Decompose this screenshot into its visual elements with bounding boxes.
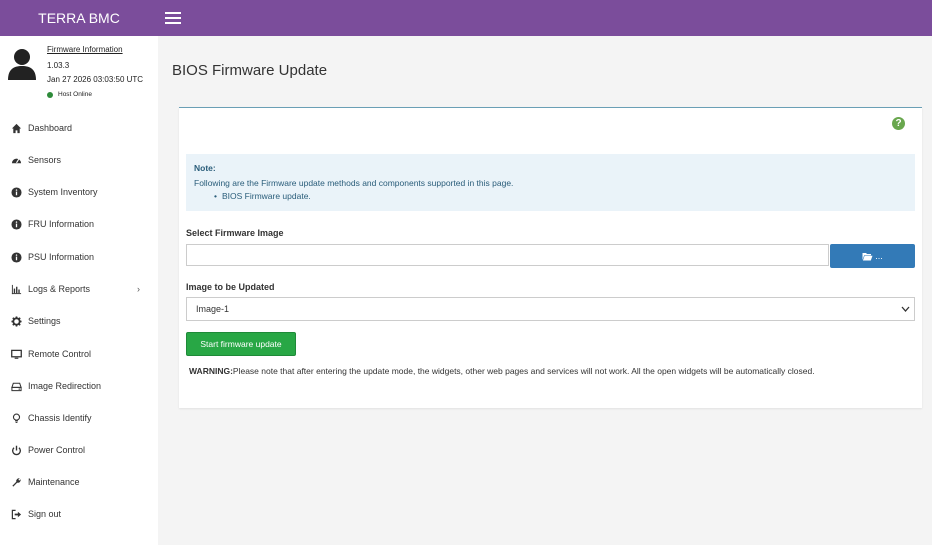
monitor-icon (11, 349, 22, 359)
sidebar-item-label: FRU Information (28, 219, 95, 229)
sidebar: Firmware Information 1.03.3 Jan 27 2026 … (0, 36, 158, 545)
sidebar-item-sign-out[interactable]: Sign out (0, 502, 158, 526)
firmware-file-input[interactable] (186, 244, 829, 266)
lightbulb-icon (12, 413, 21, 423)
help-icon[interactable]: ? (892, 117, 905, 130)
sidebar-item-label: Image Redirection (28, 381, 102, 391)
power-icon (11, 445, 22, 455)
sidebar-item-label: Logs & Reports (28, 284, 91, 294)
browse-button[interactable]: ... (830, 244, 915, 268)
warning-text: Please note that after entering the upda… (232, 366, 815, 376)
sidebar-item-system-inventory[interactable]: System Inventory (0, 180, 158, 204)
sidebar-item-image-redirection[interactable]: Image Redirection (0, 374, 158, 398)
page-title: BIOS Firmware Update (172, 62, 328, 79)
sidebar-item-label: Maintenance (28, 477, 80, 487)
sidebar-item-sensors[interactable]: Sensors (0, 148, 158, 172)
sidebar-item-label: Power Control (28, 445, 86, 455)
sidebar-item-dashboard[interactable]: Dashboard (0, 116, 158, 140)
bmc-datetime: Jan 27 2026 03:03:50 UTC (47, 75, 144, 84)
start-firmware-update-button[interactable]: Start firmware update (186, 332, 296, 356)
sidebar-item-label: Sensors (28, 155, 62, 165)
info-circle-icon (11, 251, 22, 263)
note-text: Following are the Firmware update method… (194, 178, 514, 188)
note-title: Note: (194, 163, 216, 173)
sidebar-item-label: Settings (28, 316, 61, 326)
sidebar-item-chassis-identify[interactable]: Chassis Identify (0, 406, 158, 430)
host-status-label: Host Online (58, 91, 92, 98)
chevron-down-icon (901, 306, 910, 312)
chevron-right-icon: › (137, 284, 140, 294)
folder-open-icon (862, 252, 873, 260)
warning-label: WARNING: (189, 366, 233, 376)
hamburger-menu-icon[interactable] (165, 12, 181, 24)
sidebar-item-label: Chassis Identify (28, 413, 92, 423)
sidebar-item-settings[interactable]: Settings (0, 309, 158, 333)
bar-chart-icon (11, 284, 22, 294)
sidebar-item-psu-information[interactable]: PSU Information (0, 245, 158, 269)
brand-title[interactable]: TERRA BMC (0, 0, 158, 36)
info-circle-icon (11, 218, 22, 230)
sidebar-item-power-control[interactable]: Power Control (0, 438, 158, 462)
firmware-information-link[interactable]: Firmware Information (47, 45, 123, 54)
gear-icon (11, 315, 22, 327)
firmware-version: 1.03.3 (47, 61, 70, 70)
sidebar-item-label: PSU Information (28, 252, 95, 262)
sidebar-item-label: Dashboard (28, 123, 73, 133)
sidebar-item-label: System Inventory (28, 187, 98, 197)
note-bullet-item: BIOS Firmware update. (214, 191, 311, 201)
image-to-be-updated-label: Image to be Updated (186, 282, 275, 292)
image-select-value: Image-1 (196, 304, 230, 314)
sidebar-item-maintenance[interactable]: Maintenance (0, 470, 158, 494)
user-avatar-icon (8, 49, 36, 80)
sidebar-item-fru-information[interactable]: FRU Information (0, 212, 158, 236)
sidebar-item-label: Remote Control (28, 349, 92, 359)
sidebar-item-logs-reports[interactable]: Logs & Reports › (0, 277, 158, 301)
note-box: Note: Following are the Firmware update … (186, 154, 915, 211)
sidebar-item-label: Sign out (28, 509, 62, 519)
host-status-dot-icon (47, 91, 53, 98)
top-navbar: TERRA BMC (0, 0, 932, 36)
wrench-icon (12, 477, 21, 487)
sidebar-item-remote-control[interactable]: Remote Control (0, 342, 158, 366)
dashboard-gauge-icon (11, 158, 22, 163)
warning-message: WARNING:Please note that after entering … (189, 366, 815, 376)
image-select[interactable]: Image-1 (186, 297, 915, 321)
firmware-update-card: ? Note: Following are the Firmware updat… (179, 107, 922, 408)
select-firmware-image-label: Select Firmware Image (186, 228, 284, 238)
user-info-panel: Firmware Information 1.03.3 Jan 27 2026 … (0, 36, 158, 106)
browse-button-label: ... (875, 251, 883, 261)
home-icon (11, 123, 22, 133)
drive-icon (11, 382, 22, 391)
info-circle-icon (11, 186, 22, 198)
sign-out-icon (11, 509, 22, 519)
host-status: Host Online (47, 91, 92, 98)
